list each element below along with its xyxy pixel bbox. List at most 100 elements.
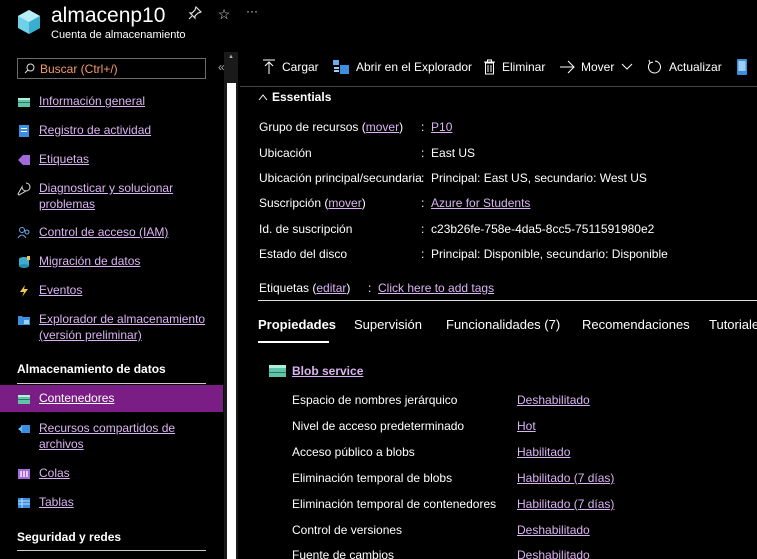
- refresh-label: Actualizar: [669, 60, 722, 74]
- scrollbar-thumb[interactable]: [227, 83, 236, 559]
- sidebar-item-tables[interactable]: Tablas: [0, 494, 223, 512]
- tab-properties[interactable]: Propiedades: [258, 317, 336, 332]
- section-header-data-storage: Almacenamiento de datos: [17, 362, 166, 376]
- sidebar-item-label: Colas: [39, 466, 70, 480]
- resource-group-link[interactable]: P10: [431, 120, 452, 134]
- property-value-link[interactable]: Deshabilitado: [517, 523, 590, 537]
- pin-icon[interactable]: [185, 5, 205, 23]
- delete-button[interactable]: Eliminar: [483, 55, 545, 79]
- activity-log-icon: [19, 125, 29, 137]
- section-divider: [17, 383, 206, 384]
- table-icon: [18, 498, 30, 508]
- tab-tutorials[interactable]: Tutoriales: [709, 317, 757, 332]
- essentials-label-subscription-id: Id. de suscripción: [259, 222, 353, 236]
- sidebar-item-tags[interactable]: Etiquetas: [0, 151, 223, 169]
- essentials-header: Essentials: [272, 90, 332, 104]
- sidebar-item-iam[interactable]: Control de acceso (IAM): [0, 224, 223, 242]
- refresh-icon: [648, 59, 661, 74]
- add-tags-link[interactable]: Click here to add tags: [378, 281, 494, 295]
- essentials-label-resource-group: Grupo de recursos (mover): [259, 120, 403, 134]
- property-value-link[interactable]: Habilitado (7 días): [517, 497, 614, 511]
- sidebar-item-label: Control de acceso (IAM): [39, 225, 169, 239]
- blob-service-link[interactable]: Blob service: [292, 364, 363, 378]
- section-divider: [17, 550, 206, 551]
- sidebar-item-label: Recursos compartidos de archivos: [39, 421, 176, 451]
- property-value-link[interactable]: Hot: [517, 419, 536, 433]
- people-icon: [17, 227, 30, 239]
- essentials-value-subscription: : Azure for Students: [421, 196, 531, 210]
- label-text: ): [361, 196, 366, 210]
- move-resource-group-link[interactable]: mover: [366, 120, 399, 134]
- more-options-icon[interactable]: ···: [242, 4, 262, 18]
- tab-capabilities[interactable]: Funcionalidades (7): [446, 317, 560, 332]
- essentials-divider: [258, 300, 757, 301]
- upload-button[interactable]: Cargar: [262, 55, 319, 79]
- container-icon: [18, 395, 30, 404]
- sidebar-item-label: Tablas: [39, 495, 74, 509]
- queue-icon: [18, 469, 30, 479]
- essentials-toggle[interactable]: Essentials: [258, 90, 331, 104]
- tab-recommendations[interactable]: Recomendaciones: [582, 317, 690, 332]
- sidebar-item-label: Registro de actividad: [39, 123, 152, 137]
- sidebar-item-label: Migración de datos: [39, 254, 141, 268]
- sidebar-item-label: Explorador de almacenamiento (versión pr…: [39, 312, 206, 342]
- tab-monitoring[interactable]: Supervisión: [354, 317, 422, 332]
- toolbar-divider: [240, 86, 757, 87]
- value-text: East US: [431, 146, 476, 160]
- subscription-link[interactable]: Azure for Students: [431, 196, 530, 210]
- move-button[interactable]: Mover: [559, 55, 634, 79]
- chevron-down-icon: [621, 63, 633, 70]
- sidebar-item-containers[interactable]: Contenedores: [0, 385, 223, 412]
- mobile-app-button[interactable]: [736, 55, 748, 79]
- sidebar-item-label: Diagnosticar y solucionar problemas: [39, 181, 174, 211]
- fileshare-icon: [18, 425, 30, 433]
- tag-icon: [18, 155, 30, 165]
- open-explorer-button[interactable]: Abrir en el Explorador: [332, 55, 472, 79]
- essentials-value-subscription-id: : c23b26fe-758e-4da5-8cc5-7511591980e2: [421, 222, 655, 236]
- lightning-icon: [20, 285, 28, 297]
- scroll-up-icon[interactable]: ▲: [228, 54, 234, 60]
- value-text: Principal: Disponible, secundario: Dispo…: [431, 247, 668, 261]
- sidebar-item-file-shares[interactable]: Recursos compartidos de archivos: [0, 420, 223, 454]
- essentials-value-tags: : Click here to add tags: [368, 281, 495, 295]
- essentials-label-primary-secondary: Ubicación principal/secundaria: [259, 171, 422, 185]
- sidebar-item-activity-log[interactable]: Registro de actividad: [0, 122, 223, 140]
- overview-icon: [18, 98, 30, 107]
- label-text: Suscripción (: [259, 196, 329, 210]
- property-label: Eliminación temporal de blobs: [292, 471, 453, 485]
- essentials-value-primary-secondary: : Principal: East US, secundario: West U…: [421, 171, 647, 185]
- essentials-label-tags: Etiquetas (editar): [259, 281, 350, 295]
- sidebar-item-events[interactable]: Eventos: [0, 282, 223, 300]
- property-label: Control de versiones: [292, 523, 403, 537]
- page-subtitle: Cuenta de almacenamiento: [51, 29, 186, 41]
- property-value-link[interactable]: Habilitado: [517, 445, 570, 459]
- sidebar-item-diagnose[interactable]: Diagnosticar y solucionar problemas: [0, 180, 223, 214]
- search-placeholder: Buscar (Ctrl+/): [40, 61, 118, 76]
- edit-tags-link[interactable]: editar: [316, 281, 346, 295]
- delete-label: Eliminar: [502, 60, 546, 74]
- property-label: Nivel de acceso predeterminado: [292, 419, 465, 433]
- move-subscription-link[interactable]: mover: [328, 196, 361, 210]
- label-text: ): [399, 120, 404, 134]
- essentials-value-disk-state: : Principal: Disponible, secundario: Dis…: [421, 247, 668, 261]
- migration-icon: [19, 256, 30, 268]
- property-value-link[interactable]: Habilitado (7 días): [517, 471, 614, 485]
- property-value-link[interactable]: Deshabilitado: [517, 393, 590, 407]
- sidebar-item-overview[interactable]: Información general: [0, 93, 223, 111]
- search-icon: [24, 63, 35, 74]
- property-label: Fuente de cambios: [292, 548, 395, 559]
- label-text: Etiquetas (: [259, 281, 317, 295]
- arrow-right-icon: [560, 60, 575, 74]
- sidebar-item-data-migration[interactable]: Migración de datos: [0, 253, 223, 271]
- refresh-button[interactable]: Actualizar: [647, 55, 722, 79]
- sidebar-item-label: Contenedores: [39, 391, 115, 405]
- property-label: Espacio de nombres jerárquico: [292, 393, 458, 407]
- sidebar-item-storage-explorer[interactable]: Explorador de almacenamiento (versión pr…: [0, 311, 223, 345]
- search-input[interactable]: Buscar (Ctrl+/): [17, 58, 206, 79]
- chevron-up-icon: [258, 94, 268, 101]
- page-header: almacenp10 Cuenta de almacenamiento ☆ ··…: [0, 0, 757, 52]
- section-header-security: Seguridad y redes: [17, 530, 122, 544]
- property-value-link[interactable]: Deshabilitado: [517, 548, 590, 559]
- sidebar-item-queues[interactable]: Colas: [0, 465, 223, 483]
- favorite-star-icon[interactable]: ☆: [214, 6, 234, 23]
